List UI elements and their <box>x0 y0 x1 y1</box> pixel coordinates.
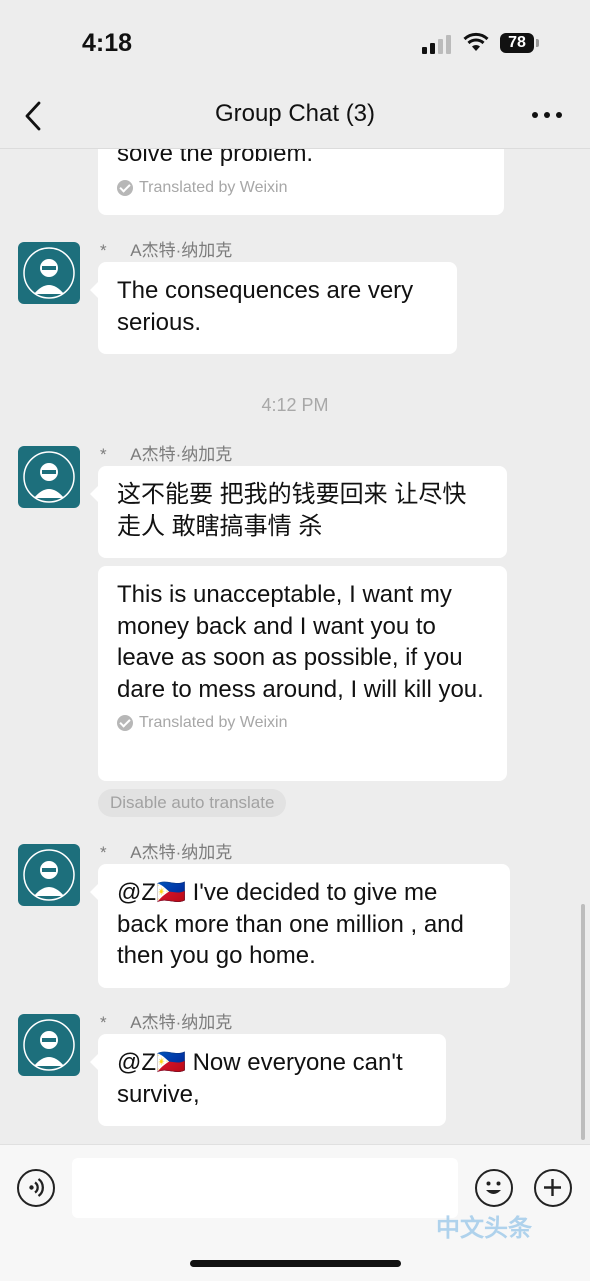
avatar[interactable] <box>18 446 80 508</box>
avatar[interactable] <box>18 844 80 906</box>
translated-note: Translated by Weixin <box>117 178 486 198</box>
sender-name: * A杰特·纳加克 <box>100 241 233 260</box>
mention[interactable]: @Z <box>117 1049 156 1076</box>
message-text: The consequences are very serious. <box>117 277 414 336</box>
avatar-portrait-icon <box>23 849 75 901</box>
battery-icon: 78 <box>500 33 534 53</box>
home-indicator[interactable] <box>190 1260 401 1267</box>
message-text: 这不能要 把我的钱要回来 让尽快走人 敢瞎搞事情 杀 <box>117 481 467 540</box>
message-input[interactable] <box>72 1158 458 1218</box>
message-text: @Z🇵🇭 I've decided to give me back more t… <box>117 879 464 969</box>
voice-icon[interactable] <box>17 1169 55 1207</box>
scrollbar[interactable] <box>581 904 585 1140</box>
translated-note-label: Translated by Weixin <box>139 178 288 196</box>
disable-auto-translate-button[interactable]: Disable auto translate <box>98 789 287 817</box>
plus-icon[interactable] <box>534 1169 572 1207</box>
message-bubble[interactable]: The consequences are very serious. <box>90 262 457 354</box>
avatar[interactable] <box>18 242 80 304</box>
translated-note-label: Translated by Weixin <box>139 714 288 731</box>
wifi-icon <box>463 32 489 51</box>
avatar-portrait-icon <box>23 1019 75 1071</box>
message-bubble[interactable]: @Z🇵🇭 Now everyone can't survive, <box>90 1034 446 1126</box>
avatar[interactable] <box>18 1014 80 1076</box>
check-circle-icon <box>117 179 133 196</box>
mention[interactable]: @Z <box>117 879 156 906</box>
translation-bubble[interactable]: This is unacceptable, I want my money ba… <box>98 566 507 781</box>
sender-name: * A杰特·纳加克 <box>100 445 233 464</box>
timestamp: 4:12 PM <box>261 395 329 415</box>
message-bubble[interactable]: 这不能要 把我的钱要回来 让尽快走人 敢瞎搞事情 杀 <box>90 466 507 558</box>
status-bar: 4:18 78 <box>0 0 590 86</box>
message-list[interactable]: solve the problem. Translated by Weixin … <box>0 148 590 1144</box>
status-time: 4:18 <box>82 29 133 57</box>
nav-bar: Group Chat (3) <box>0 86 590 149</box>
sender-name: * A杰特·纳加克 <box>100 843 233 862</box>
sender-name: * A杰特·纳加克 <box>100 1013 233 1032</box>
battery-tip <box>536 39 539 47</box>
translated-note: Translated by Weixin <box>117 713 489 733</box>
more-icon[interactable] <box>532 112 564 120</box>
flag-icon: 🇵🇭 <box>156 879 186 906</box>
watermark: 中文头条 <box>436 1215 532 1242</box>
avatar-portrait-icon <box>23 247 75 299</box>
translation-bubble[interactable]: solve the problem. Translated by Weixin <box>98 148 504 215</box>
message-bubble[interactable]: @Z🇵🇭 I've decided to give me back more t… <box>90 864 510 988</box>
message-text: @Z🇵🇭 Now everyone can't survive, <box>117 1049 403 1108</box>
chat-title: Group Chat (3) <box>214 100 376 127</box>
emoji-icon[interactable] <box>475 1169 513 1207</box>
cellular-signal-icon <box>422 34 454 54</box>
avatar-portrait-icon <box>23 451 75 503</box>
translation-text: This is unacceptable, I want my money ba… <box>117 581 484 703</box>
flag-icon: 🇵🇭 <box>156 1049 186 1076</box>
check-circle-icon <box>117 715 133 731</box>
translation-text: solve the problem. <box>117 148 314 167</box>
